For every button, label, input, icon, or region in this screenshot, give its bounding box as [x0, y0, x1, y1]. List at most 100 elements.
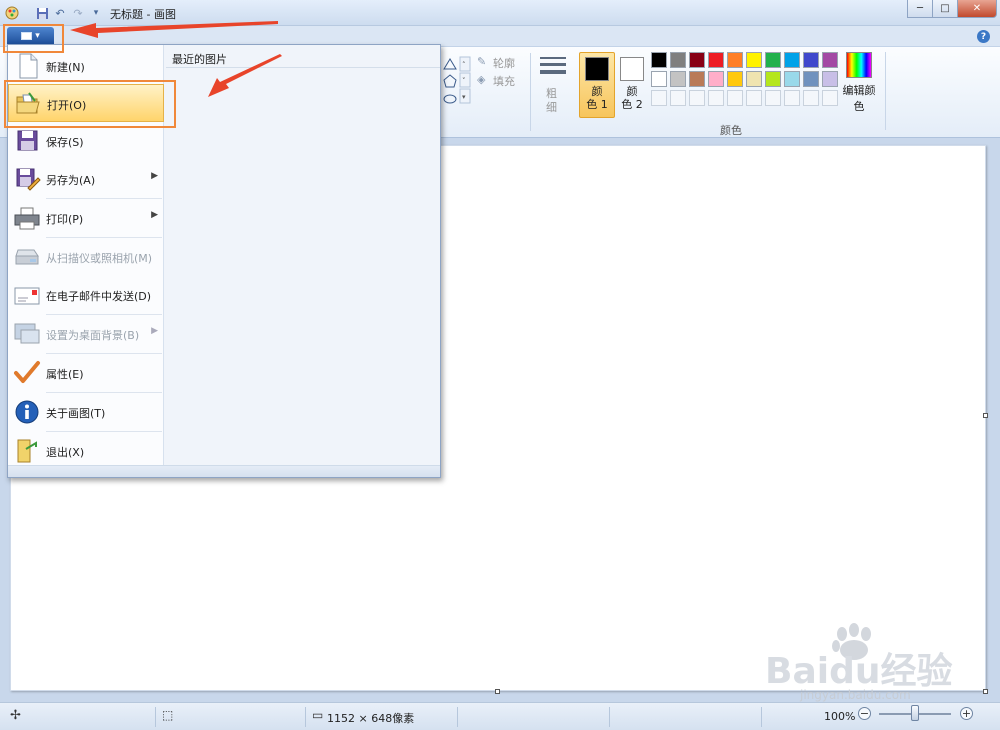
window-title: 无标题 - 画图 — [110, 8, 176, 21]
scanner-icon — [15, 249, 39, 265]
new-document-icon — [19, 53, 38, 79]
edit-colors-icon — [846, 52, 872, 78]
palette-swatch[interactable] — [689, 71, 705, 87]
menu-item-label: 关于画图(T) — [46, 407, 106, 420]
palette-swatch[interactable] — [822, 71, 838, 87]
menu-item-set-desktop-background[interactable]: 设置为桌面背景(B) ▶ — [8, 315, 164, 353]
customize-quick-access-icon[interactable]: ▾ — [88, 5, 104, 21]
menu-item-print[interactable]: 打印(P) ▶ — [8, 199, 164, 237]
palette-swatch[interactable] — [708, 71, 724, 87]
status-separator — [305, 707, 306, 727]
palette-swatch[interactable] — [651, 71, 667, 87]
color1-button[interactable]: 颜 色 1 — [579, 52, 615, 118]
palette-swatch[interactable] — [765, 52, 781, 68]
palette-swatch[interactable] — [651, 52, 667, 68]
custom-color-slot[interactable] — [784, 90, 800, 106]
selection-size-icon: ⬚ — [162, 708, 174, 722]
palette-swatch[interactable] — [727, 71, 743, 87]
status-separator — [761, 707, 762, 727]
info-icon — [15, 400, 39, 424]
zoom-slider-thumb[interactable] — [911, 705, 919, 721]
palette-swatch[interactable] — [689, 52, 705, 68]
palette-swatch[interactable] — [670, 71, 686, 87]
maximize-button[interactable]: □ — [932, 0, 958, 18]
status-separator — [155, 707, 156, 727]
image-size-text: 1152 × 648像素 — [327, 712, 415, 725]
zoom-out-button[interactable]: − — [858, 707, 871, 720]
paint-app-icon[interactable] — [4, 5, 20, 21]
ribbon-tab-strip — [0, 26, 1000, 46]
color2-label-bottom: 色 2 — [621, 98, 643, 111]
close-button[interactable]: ✕ — [957, 0, 997, 18]
color2-button[interactable]: 颜 色 2 — [614, 52, 650, 118]
undo-icon[interactable]: ↶ — [52, 5, 68, 21]
custom-color-slot[interactable] — [822, 90, 838, 106]
palette-swatch[interactable] — [784, 71, 800, 87]
color1-label-bottom: 色 1 — [586, 98, 608, 111]
email-icon — [14, 287, 40, 305]
size-line — [540, 70, 566, 74]
color1-swatch — [585, 57, 609, 81]
menu-item-label: 在电子邮件中发送(D) — [46, 290, 152, 303]
canvas-resize-handle-corner[interactable] — [983, 689, 988, 694]
color-palette — [651, 52, 838, 106]
ribbon-separator — [530, 53, 531, 131]
palette-swatch[interactable] — [670, 52, 686, 68]
shapes-gallery[interactable]: ˄ ˅ ▾ — [440, 55, 474, 113]
ribbon-separator — [885, 52, 886, 130]
menu-item-from-scanner[interactable]: 从扫描仪或照相机(M) — [8, 238, 164, 276]
fill-button[interactable]: 填充 — [493, 73, 515, 89]
custom-color-slot[interactable] — [727, 90, 743, 106]
image-size-icon: ▭ — [312, 708, 324, 722]
submenu-arrow-icon: ▶ — [151, 171, 158, 181]
edit-colors-button[interactable]: 编辑颜色 — [838, 52, 880, 114]
status-separator — [609, 707, 610, 727]
menu-item-label: 退出(X) — [46, 446, 85, 459]
zoom-in-button[interactable]: + — [960, 707, 973, 720]
palette-swatch[interactable] — [784, 52, 800, 68]
palette-swatch[interactable] — [803, 71, 819, 87]
colors-group-label: 颜色 — [720, 124, 742, 137]
size-line — [540, 63, 566, 66]
menu-item-send-email[interactable]: 在电子邮件中发送(D) — [8, 276, 164, 314]
canvas-resize-handle-bottom[interactable] — [495, 689, 500, 694]
status-bar: ✢ ⬚ ▭ 1152 × 648像素 100% — [0, 702, 1000, 730]
outline-button[interactable]: 轮廓 — [493, 55, 515, 71]
menu-item-save-as[interactable]: 另存为(A) ▶ — [8, 160, 164, 198]
outline-icon: ✎ — [477, 55, 487, 68]
custom-color-slot[interactable] — [651, 90, 667, 106]
canvas-resize-handle-right[interactable] — [983, 413, 988, 418]
save-disk-icon — [17, 130, 38, 151]
palette-swatch[interactable] — [746, 52, 762, 68]
custom-color-slot[interactable] — [670, 90, 686, 106]
highlight-box-open — [4, 80, 176, 128]
custom-color-slot[interactable] — [708, 90, 724, 106]
checkmark-icon — [14, 361, 40, 383]
svg-text:˄: ˄ — [462, 61, 466, 69]
app-menu-footer — [8, 465, 440, 477]
desktop-background-icon — [14, 323, 40, 344]
menu-item-label: 从扫描仪或照相机(M) — [46, 252, 153, 265]
cursor-position-icon: ✢ — [10, 708, 21, 723]
palette-swatch[interactable] — [765, 71, 781, 87]
color2-label-top: 颜 — [626, 85, 638, 98]
edit-colors-label: 编辑颜色 — [842, 84, 876, 113]
save-quick-icon[interactable] — [34, 5, 50, 21]
menu-item-about-paint[interactable]: 关于画图(T) — [8, 393, 164, 431]
palette-swatch[interactable] — [708, 52, 724, 68]
menu-item-properties[interactable]: 属性(E) — [8, 354, 164, 392]
custom-color-slot[interactable] — [803, 90, 819, 106]
palette-swatch[interactable] — [803, 52, 819, 68]
fill-icon: ◈ — [477, 73, 486, 86]
minimize-button[interactable]: ─ — [907, 0, 933, 18]
custom-color-slot[interactable] — [765, 90, 781, 106]
palette-swatch[interactable] — [727, 52, 743, 68]
menu-item-label: 新建(N) — [46, 61, 85, 74]
custom-color-slot[interactable] — [689, 90, 705, 106]
menu-item-label: 另存为(A) — [46, 174, 96, 187]
custom-color-slot[interactable] — [746, 90, 762, 106]
help-icon[interactable]: ? — [977, 30, 990, 43]
redo-icon[interactable]: ↷ — [70, 5, 86, 21]
palette-swatch[interactable] — [746, 71, 762, 87]
palette-swatch[interactable] — [822, 52, 838, 68]
